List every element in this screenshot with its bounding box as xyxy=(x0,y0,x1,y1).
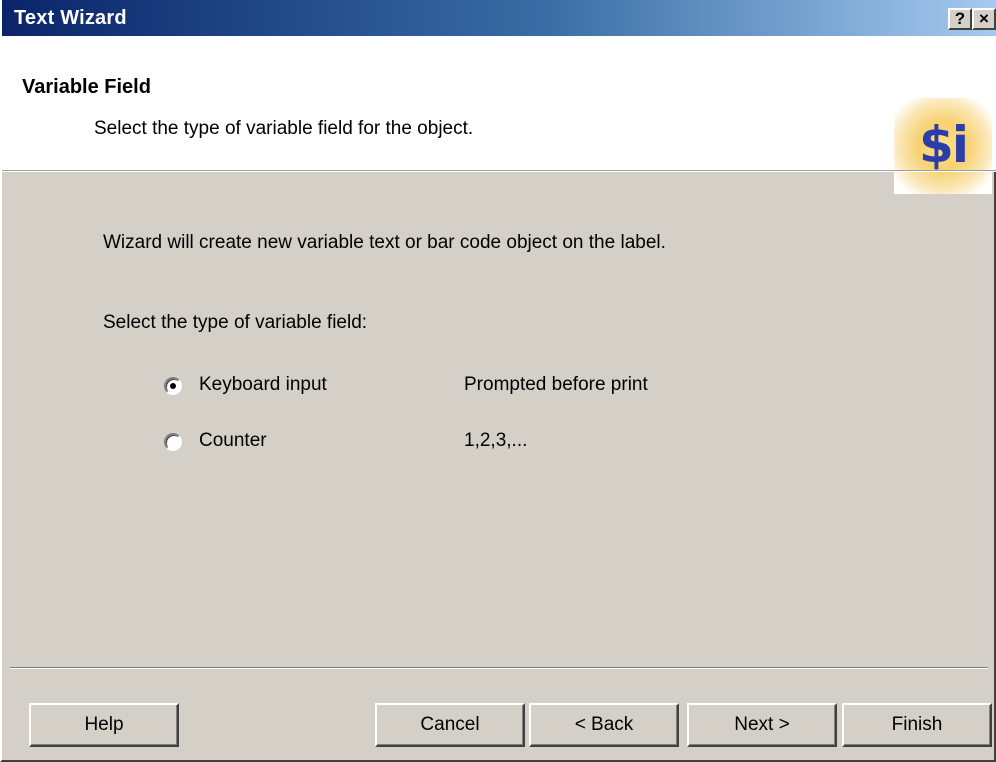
close-icon[interactable]: × xyxy=(972,8,996,30)
wizard-logo-icon: $i xyxy=(894,98,992,194)
field-type-prompt: Select the type of variable field: xyxy=(103,312,368,333)
cancel-button[interactable]: Cancel xyxy=(375,703,525,747)
radio-button-unselected[interactable] xyxy=(164,433,182,451)
window-title: Text Wizard xyxy=(14,7,127,29)
keyboard-input-description: Prompted before print xyxy=(464,374,648,395)
intro-text: Wizard will create new variable text or … xyxy=(103,232,666,253)
radio-button-selected[interactable] xyxy=(164,377,182,395)
counter-description: 1,2,3,... xyxy=(464,430,528,451)
help-question-icon[interactable]: ? xyxy=(948,8,972,30)
finish-button[interactable]: Finish xyxy=(842,703,992,747)
page-title: Variable Field xyxy=(22,76,151,98)
text-wizard-dialog: Text Wizard ? × Variable Field Select th… xyxy=(0,0,996,762)
radio-selected-dot xyxy=(170,383,176,389)
header-divider xyxy=(2,170,996,172)
wizard-header: Variable Field Select the type of variab… xyxy=(2,36,996,194)
radio-keyboard-input-label[interactable]: Keyboard input xyxy=(199,374,327,396)
title-bar[interactable]: Text Wizard ? × xyxy=(2,0,996,36)
logo-text: $i xyxy=(919,116,969,174)
radio-counter-label[interactable]: Counter xyxy=(199,430,267,452)
footer-divider xyxy=(10,667,988,669)
help-button[interactable]: Help xyxy=(29,703,179,747)
back-button[interactable]: < Back xyxy=(529,703,679,747)
page-subtitle: Select the type of variable field for th… xyxy=(94,118,474,139)
next-button[interactable]: Next > xyxy=(687,703,837,747)
